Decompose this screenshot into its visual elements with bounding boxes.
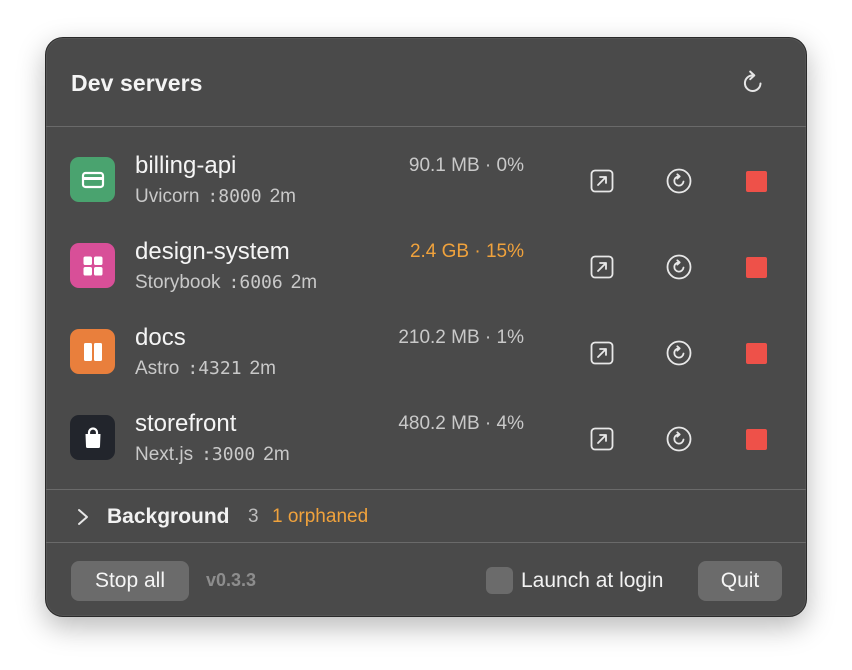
server-port: :3000 bbox=[201, 444, 256, 465]
open-external-icon bbox=[590, 427, 614, 451]
orphaned-badge[interactable]: 1 orphaned bbox=[272, 506, 368, 528]
server-row-billing-api[interactable]: billing-api Uvicorn :8000 2m 90.1 MB · 0% bbox=[46, 127, 806, 213]
open-in-browser-button[interactable] bbox=[588, 339, 616, 367]
restart-button[interactable] bbox=[665, 167, 693, 195]
server-details: Storybook :6006 2m bbox=[135, 272, 317, 294]
restart-button[interactable] bbox=[665, 253, 693, 281]
server-row-design-system[interactable]: design-system Storybook :6006 2m 2.4 GB · … bbox=[46, 213, 806, 299]
server-details: Uvicorn :8000 2m bbox=[135, 186, 296, 208]
background-label[interactable]: Background bbox=[107, 505, 230, 529]
version-label: v0.3.3 bbox=[206, 570, 257, 590]
stop-icon bbox=[745, 428, 767, 450]
stop-all-button[interactable]: Stop all bbox=[71, 561, 189, 601]
refresh-icon bbox=[743, 70, 762, 92]
stop-icon bbox=[745, 256, 767, 278]
restart-icon bbox=[666, 340, 692, 366]
book-icon bbox=[70, 329, 115, 374]
server-framework: Next.js bbox=[135, 444, 194, 465]
restart-button[interactable] bbox=[665, 339, 693, 367]
server-stats: 480.2 MB · 4% bbox=[398, 413, 524, 434]
open-in-browser-button[interactable] bbox=[588, 167, 616, 195]
background-count: 3 bbox=[248, 506, 259, 527]
server-uptime: 2m bbox=[249, 358, 276, 379]
server-name: docs bbox=[135, 324, 186, 351]
server-details: Astro :4321 2m bbox=[135, 358, 276, 380]
chevron-right-icon[interactable] bbox=[74, 506, 92, 528]
panel-header: Dev servers bbox=[46, 38, 806, 127]
server-name: storefront bbox=[135, 410, 237, 437]
launch-at-login-label[interactable]: Launch at login bbox=[521, 569, 663, 593]
server-name: design-system bbox=[135, 238, 290, 265]
server-port: :8000 bbox=[207, 186, 262, 207]
stop-button[interactable] bbox=[742, 253, 770, 281]
panel-title: Dev servers bbox=[71, 70, 203, 96]
server-framework: Astro bbox=[135, 358, 180, 379]
server-stats: 210.2 MB · 1% bbox=[398, 327, 524, 348]
quit-button[interactable]: Quit bbox=[698, 561, 782, 601]
background-section[interactable]: Background 3 1 orphaned bbox=[46, 489, 806, 543]
server-uptime: 2m bbox=[290, 272, 318, 293]
restart-icon bbox=[666, 254, 692, 280]
stop-button[interactable] bbox=[742, 339, 770, 367]
server-row-storefront[interactable]: storefront Next.js :3000 2m 480.2 MB · 4% bbox=[46, 385, 806, 471]
refresh-button[interactable] bbox=[736, 66, 770, 100]
restart-button[interactable] bbox=[665, 425, 693, 453]
server-uptime: 2m bbox=[269, 186, 296, 207]
restart-icon bbox=[666, 426, 692, 452]
server-uptime: 2m bbox=[263, 444, 290, 465]
stop-button[interactable] bbox=[742, 167, 770, 195]
open-in-browser-button[interactable] bbox=[588, 425, 616, 453]
dev-servers-panel: Dev servers billing-api Uvicorn :8000 2m 9… bbox=[45, 37, 807, 617]
shopping-bag-icon bbox=[70, 415, 115, 460]
stop-button[interactable] bbox=[742, 425, 770, 453]
panel-footer: Stop all v0.3.3 Launch at login Quit bbox=[46, 543, 806, 618]
server-details: Next.js :3000 2m bbox=[135, 444, 290, 466]
server-port: :4321 bbox=[187, 358, 242, 379]
server-name: billing-api bbox=[135, 152, 237, 179]
restart-icon bbox=[666, 168, 692, 194]
open-external-icon bbox=[590, 169, 614, 193]
credit-card-icon bbox=[70, 157, 115, 202]
grid-icon bbox=[70, 243, 115, 288]
stop-icon bbox=[745, 170, 767, 192]
launch-at-login-checkbox[interactable] bbox=[486, 567, 513, 594]
server-port: :6006 bbox=[228, 272, 283, 293]
open-in-browser-button[interactable] bbox=[588, 253, 616, 281]
server-stats: 90.1 MB · 0% bbox=[408, 155, 524, 176]
open-external-icon bbox=[590, 255, 614, 279]
server-framework: Uvicorn bbox=[135, 186, 200, 207]
server-stats: 2.4 GB · 15% bbox=[409, 241, 524, 262]
stop-icon bbox=[745, 342, 767, 364]
server-list: billing-api Uvicorn :8000 2m 90.1 MB · 0% bbox=[46, 127, 806, 489]
open-external-icon bbox=[590, 341, 614, 365]
server-row-docs[interactable]: docs Astro :4321 2m 210.2 MB · 1% bbox=[46, 299, 806, 385]
server-framework: Storybook bbox=[135, 272, 221, 293]
